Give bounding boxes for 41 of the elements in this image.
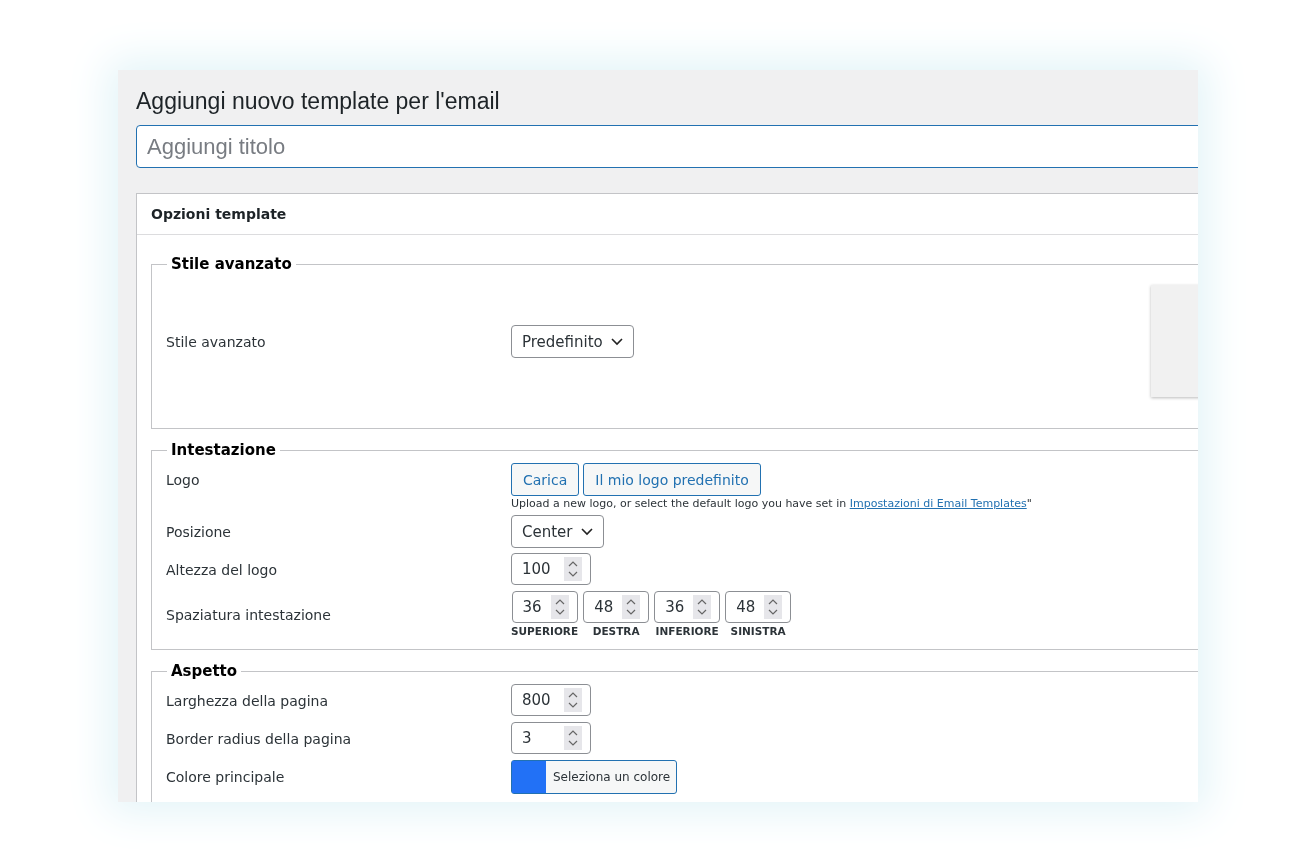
field-label: Larghezza della pagina [166,692,329,709]
panel-title: Opzioni template [137,194,1198,235]
color-picker-button[interactable]: Seleziona un colore [511,760,678,794]
title-input-field[interactable]: Aggiungi titolo [136,125,1198,168]
dropdown-select[interactable]: Center [511,515,604,548]
number-field[interactable]: 36 [511,591,578,623]
field-label: Colore principale [166,768,286,785]
upload-button[interactable]: Il mio logo predefinito [583,463,761,496]
number-field[interactable]: 100 [511,553,591,585]
spinner-icon [564,557,582,581]
field-label: Posizione [166,523,232,540]
field-label: Spaziatura intestazione [166,606,332,623]
field-caption: SINISTRA [730,625,786,637]
number-field[interactable]: 48 [725,591,792,623]
number-field[interactable]: 800 [511,684,591,716]
field-caption: INFERIORE [655,625,719,637]
dropdown-select[interactable]: Predefinito [511,325,634,358]
chevron-down-icon [610,337,623,346]
number-field[interactable]: 48 [583,591,650,623]
field-label: Altezza del logo [166,561,279,578]
chevron-down-icon [580,527,593,536]
spinner-icon [693,595,712,619]
number-field[interactable]: 36 [654,591,721,623]
spinner-icon [550,595,569,619]
section-legend: Stile avanzato [167,255,296,273]
field-label: Logo [166,471,201,488]
section-legend: Intestazione [167,441,280,459]
field-caption: DESTRA [592,625,640,637]
field-caption: SUPERIORE [511,625,579,637]
field-label: Border radius della pagina [166,730,353,747]
upload-button[interactable]: Carica [511,463,580,496]
spinner-icon [764,595,783,619]
spinner-icon [564,688,582,712]
spinner-icon [622,595,641,619]
spinner-icon [564,726,582,750]
settings-link[interactable]: Impostazioni di Email Templates [849,497,1027,510]
section-legend: Aspetto [167,662,242,680]
page-title: Aggiungi nuovo template per l'email [136,88,501,115]
help-text: Upload a new logo, or select the default logo you have set in Impostazioni di Email Templates" [511,497,1032,510]
field-label: Stile avanzato [166,333,267,350]
number-field[interactable]: 3 [511,722,591,754]
